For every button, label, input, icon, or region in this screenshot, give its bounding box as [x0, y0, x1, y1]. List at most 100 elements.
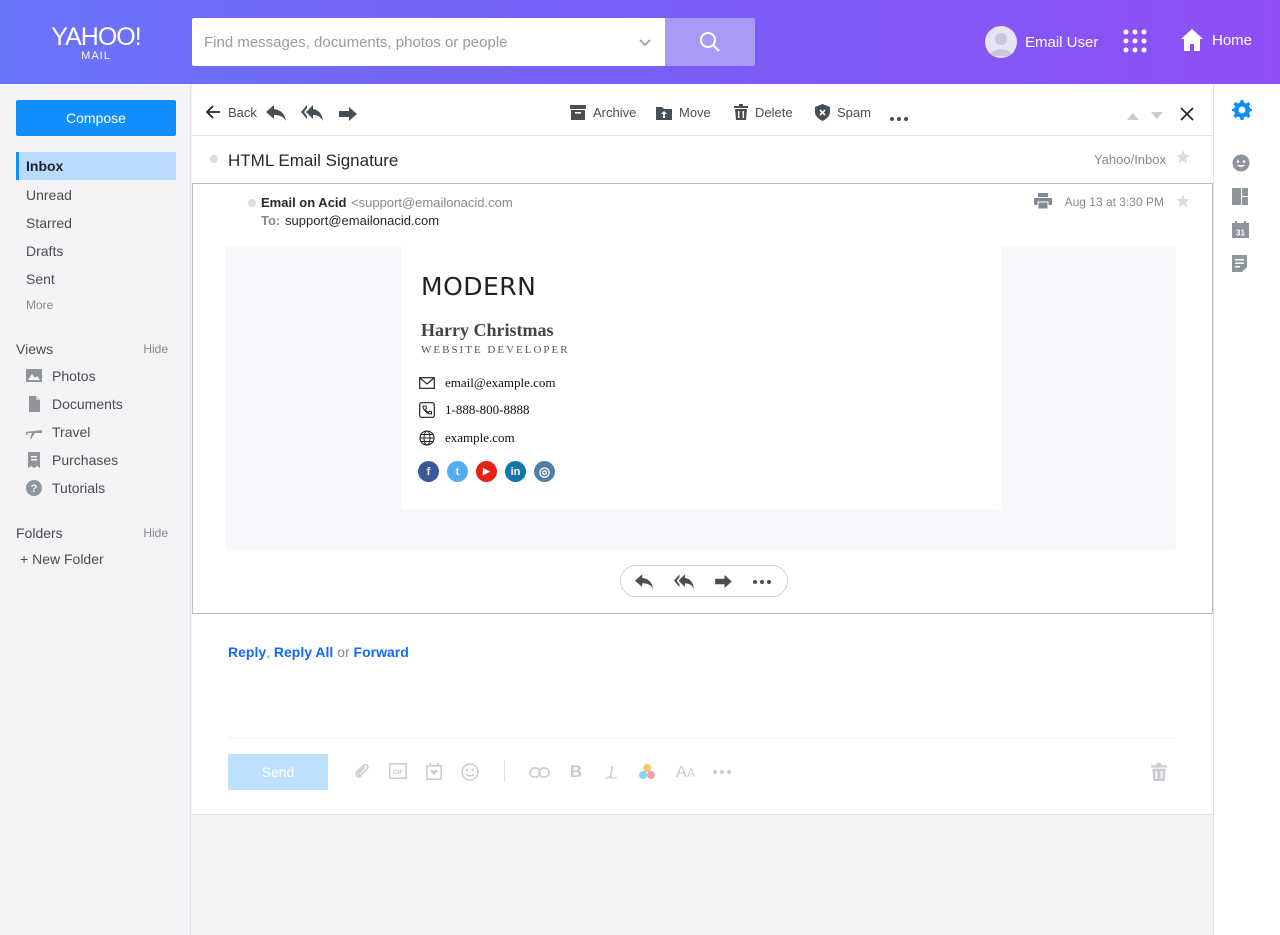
back-button[interactable]: Back — [206, 102, 257, 122]
signature-brand: MODERN — [421, 272, 537, 301]
delete-button[interactable]: Delete — [734, 102, 793, 122]
compose-button[interactable]: Compose — [16, 100, 176, 136]
archive-label: Archive — [593, 104, 637, 120]
plus-icon: + — [20, 551, 29, 567]
message-toolbar: Back Archive Move Delete Spam — [192, 84, 1213, 136]
move-button[interactable]: Move — [656, 102, 711, 122]
italic-icon[interactable]: I — [604, 763, 618, 779]
spam-button[interactable]: Spam — [815, 102, 871, 122]
settings-gear-icon[interactable] — [1232, 100, 1252, 120]
reply-all-icon[interactable] — [674, 574, 694, 589]
instagram-icon[interactable]: ◎ — [534, 461, 555, 482]
trash-icon — [734, 104, 748, 120]
more-icon[interactable] — [890, 109, 908, 129]
signature-email[interactable]: email@example.com — [419, 374, 556, 392]
recipient-address: support@emailonacid.com — [285, 213, 440, 228]
sender-name[interactable]: Email on Acid — [261, 195, 346, 210]
signature-email-text: email@example.com — [445, 375, 556, 390]
folders-title: Folders — [16, 525, 63, 541]
facebook-icon[interactable]: f — [418, 461, 439, 482]
email-body: MODERN Harry Christmas WEBSITE DEVELOPER… — [225, 246, 1176, 549]
new-folder-button[interactable]: + New Folder — [20, 551, 104, 567]
phone-icon — [419, 402, 435, 418]
move-label: Move — [679, 104, 711, 120]
attachment-icon[interactable] — [354, 763, 372, 781]
globe-icon — [419, 430, 435, 446]
folders-hide-link[interactable]: Hide — [143, 526, 168, 540]
views-hide-link[interactable]: Hide — [143, 342, 168, 356]
spam-label: Spam — [837, 104, 871, 120]
sidebar-item-sent[interactable]: Sent — [16, 265, 176, 293]
message-subject: HTML Email Signature — [228, 151, 399, 170]
sidebar-view-purchases[interactable]: Purchases — [26, 450, 118, 470]
folders-header: Folders Hide — [16, 525, 168, 541]
sidebar-item-unread[interactable]: Unread — [16, 181, 176, 209]
font-size-icon[interactable]: AA — [676, 763, 698, 779]
forward-icon[interactable] — [339, 104, 357, 124]
reply-all-link[interactable]: Reply All — [274, 644, 333, 660]
unread-dot[interactable] — [210, 155, 218, 163]
receipt-icon — [28, 452, 40, 468]
color-palette-icon[interactable] — [638, 763, 656, 780]
next-message-icon[interactable] — [1151, 106, 1163, 126]
signature-website[interactable]: example.com — [419, 429, 515, 447]
archive-button[interactable]: Archive — [570, 102, 636, 122]
more-options-icon[interactable] — [713, 770, 731, 774]
youtube-icon[interactable]: ▶ — [476, 461, 497, 482]
sidebar-more-link[interactable]: More — [26, 298, 53, 312]
signature-phone[interactable]: 1-888-800-8888 — [419, 401, 530, 419]
sidebar-view-tutorials[interactable]: ? Tutorials — [26, 478, 105, 498]
print-icon[interactable] — [1034, 193, 1052, 209]
sidebar-item-drafts[interactable]: Drafts — [16, 237, 176, 265]
notepad-icon[interactable] — [1232, 188, 1248, 205]
close-icon[interactable] — [1180, 104, 1194, 124]
previous-message-icon[interactable] — [1127, 106, 1139, 126]
home-button[interactable]: Home — [1180, 28, 1252, 52]
stationery-icon[interactable] — [426, 763, 442, 780]
yahoo-mail-logo[interactable]: YAHOO! MAIL — [48, 24, 144, 62]
link-icon[interactable] — [529, 767, 550, 778]
calendar-icon[interactable]: 31 — [1232, 221, 1249, 238]
search-button[interactable] — [665, 18, 755, 66]
folder-label[interactable]: Yahoo/Inbox — [1094, 152, 1166, 167]
discard-draft-icon[interactable] — [1151, 763, 1167, 781]
user-menu[interactable]: Email User — [985, 25, 1098, 59]
svg-text:I: I — [607, 763, 615, 779]
chevron-down-icon[interactable] — [637, 34, 653, 50]
reply-icon[interactable] — [266, 103, 286, 123]
logo-text: YAHOO! — [51, 23, 141, 51]
more-icon[interactable] — [753, 580, 771, 584]
signature-website-text: example.com — [445, 430, 515, 445]
forward-link[interactable]: Forward — [354, 644, 409, 660]
social-links: f t ▶ in ◎ — [418, 461, 563, 482]
emoji-icon[interactable] — [461, 763, 479, 781]
search-input[interactable] — [192, 18, 632, 66]
signature-title: WEBSITE DEVELOPER — [421, 344, 570, 356]
forward-icon[interactable] — [715, 575, 732, 588]
sidebar-view-photos[interactable]: Photos — [26, 366, 96, 386]
sidebar-item-starred[interactable]: Starred — [16, 209, 176, 237]
reply-all-icon[interactable] — [301, 103, 323, 123]
twitter-icon[interactable]: t — [447, 461, 468, 482]
svg-text:B: B — [570, 763, 582, 779]
sidebar-view-documents[interactable]: Documents — [26, 394, 123, 414]
reply-link[interactable]: Reply — [228, 644, 266, 660]
gif-icon[interactable]: GIF — [389, 763, 407, 779]
bold-icon[interactable]: B — [569, 763, 583, 779]
reply-icon[interactable] — [635, 574, 653, 589]
apps-grid-icon[interactable] — [1123, 29, 1147, 53]
envelope-icon — [419, 377, 435, 389]
home-icon — [1181, 29, 1203, 51]
star-icon[interactable] — [1176, 194, 1190, 208]
sidebar-view-travel[interactable]: Travel — [26, 422, 90, 442]
notes-icon[interactable] — [1232, 255, 1247, 272]
contacts-icon[interactable] — [1232, 154, 1250, 172]
sidebar-item-inbox[interactable]: Inbox — [16, 152, 176, 180]
linkedin-icon[interactable]: in — [505, 461, 526, 482]
star-icon[interactable] — [1176, 150, 1190, 164]
send-button[interactable]: Send — [228, 754, 328, 790]
archive-icon — [570, 104, 586, 120]
document-icon — [29, 396, 40, 412]
divider — [228, 737, 1176, 738]
photo-icon — [26, 369, 42, 382]
